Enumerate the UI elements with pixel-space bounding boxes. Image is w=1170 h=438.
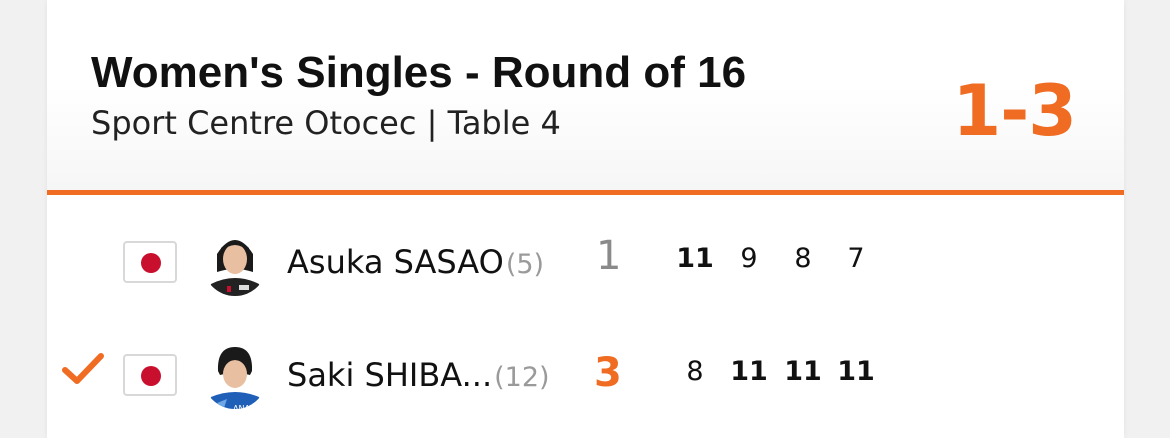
- japan-flag-icon: [123, 241, 177, 283]
- set-score: 11: [837, 356, 875, 387]
- set-score: 8: [794, 243, 812, 274]
- match-title: Women's Singles - Round of 16: [91, 48, 747, 97]
- player-avatar: [203, 228, 267, 303]
- header-divider: [47, 190, 1124, 195]
- svg-text:ANA: ANA: [233, 404, 250, 413]
- player-seed: (5): [505, 249, 545, 280]
- match-header: Women's Singles - Round of 16 Sport Cent…: [47, 0, 1124, 190]
- player-avatar: ANA: [203, 341, 267, 416]
- player-name[interactable]: Saki SHIBA...(12): [287, 356, 550, 394]
- games-won: 1: [596, 233, 622, 279]
- japan-flag-icon: [123, 354, 177, 396]
- set-score: 7: [847, 243, 865, 274]
- player-row[interactable]: ANA Saki SHIBA...(12) 3 8 11 11 11: [47, 326, 1124, 416]
- winner-check-icon: [61, 348, 105, 392]
- player-row[interactable]: Asuka SASAO(5) 1 11 9 8 7: [47, 213, 1124, 303]
- set-score: 11: [784, 356, 822, 387]
- set-score: 11: [730, 356, 768, 387]
- set-score: 9: [740, 243, 758, 274]
- games-won: 3: [594, 350, 622, 396]
- set-score: 11: [676, 243, 714, 274]
- match-card[interactable]: Women's Singles - Round of 16 Sport Cent…: [47, 0, 1124, 438]
- match-score: 1-3: [952, 70, 1077, 152]
- player-name[interactable]: Asuka SASAO(5): [287, 243, 544, 281]
- set-score: 8: [686, 356, 704, 387]
- match-venue: Sport Centre Otocec | Table 4: [91, 104, 561, 142]
- player-seed: (12): [494, 362, 550, 393]
